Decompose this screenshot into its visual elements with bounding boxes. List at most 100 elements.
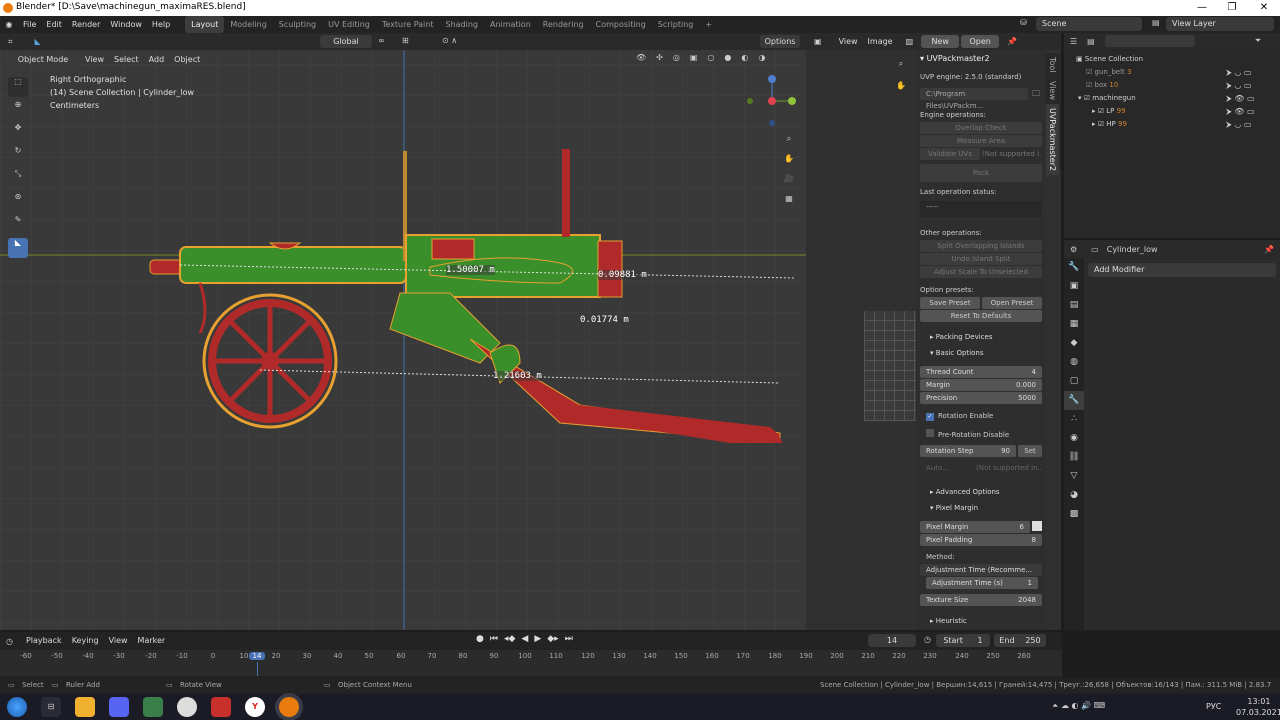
timeline-menu-view[interactable]: View [104,634,133,648]
save-preset-button[interactable]: Save Preset [920,297,980,309]
transform-orientation-select[interactable]: Global [320,35,372,48]
constraints-tab-icon[interactable]: ⛓ [1064,448,1084,467]
cursor-tool-icon[interactable]: ⊕ [8,100,28,120]
uv-zoom-icon[interactable]: ⌕ [894,53,908,75]
method-dropdown[interactable]: Adjustment Time (Recomme... [920,564,1042,576]
image-browse-icon[interactable]: ▨ [906,37,914,46]
viewport-menu-object[interactable]: Object [169,53,205,66]
scene-tab-icon[interactable]: ◆ [1064,334,1084,353]
blender-taskbar-icon[interactable] [279,697,299,717]
blender-menu-icon[interactable]: ◉ [0,20,18,29]
tab-compositing[interactable]: Compositing [590,16,652,33]
pixel-margin-toggle-icon[interactable] [1032,521,1042,531]
snap-icon[interactable]: ⊞ [402,36,409,45]
uvp-path-field[interactable]: C:\Program Files\UVPackm... [920,88,1028,110]
tab-texture-paint[interactable]: Texture Paint [376,16,440,33]
play-reverse-icon[interactable]: ◀ [521,634,528,644]
validate-uvs-button[interactable]: Validate UVs [920,148,980,160]
clock[interactable]: 13:01 07.03.2021 [1236,696,1280,718]
wireframe-shading-icon[interactable]: ○ [707,53,714,62]
image-editor-type-icon[interactable]: ▣ [814,37,822,46]
modifier-tab-icon[interactable]: 🔧 [1064,391,1084,410]
restrict-icons[interactable]: ⮞ 👁 ▭ [1226,92,1255,105]
properties-type-icon[interactable]: ⚙ [1070,245,1077,254]
render-tab-icon[interactable]: ▣ [1064,277,1084,296]
material-tab-icon[interactable]: ◕ [1064,486,1084,505]
timeline-type-icon[interactable]: ◷ [6,637,13,646]
heuristic-section[interactable]: ▸ Heuristic [920,615,1042,627]
advanced-options-section[interactable]: ▸ Advanced Options [920,486,1042,498]
tab-uvpackmaster2[interactable]: UVPackmaster2 [1046,103,1059,175]
playhead-frame-indicator[interactable]: 14 [249,652,265,660]
pixel-margin-section[interactable]: ▾ Pixel Margin [920,502,1042,514]
tab-sculpting[interactable]: Sculpting [273,16,322,33]
restrict-icons[interactable]: ⮞ ◡ ▭ [1226,118,1255,131]
rotate-tool-icon[interactable]: ↻ [8,146,28,166]
measure-tool-button-icon[interactable]: ◣ [8,238,28,258]
overlay-icon[interactable]: ◎ [673,53,680,62]
thread-count-field[interactable]: Thread Count 4 [920,366,1042,378]
substance-icon[interactable] [211,697,231,717]
menu-file[interactable]: File [18,16,41,33]
new-image-button[interactable]: New [921,35,960,48]
rotation-set-dropdown[interactable]: Set [1018,445,1042,457]
tab-modeling[interactable]: Modeling [224,16,272,33]
tab-view[interactable]: View [1046,77,1059,104]
visibility-icon[interactable]: 👁 [636,53,646,62]
image-menu-image[interactable]: Image [863,33,898,50]
particles-tab-icon[interactable]: ∴ [1064,410,1084,429]
menu-edit[interactable]: Edit [41,16,67,33]
proportional-edit-icon[interactable]: ⊙ ∧ [442,36,457,45]
rotation-step-field[interactable]: Rotation Step 90 [920,445,1016,457]
discord-icon[interactable] [109,697,129,717]
texture-tab-icon[interactable]: ▩ [1064,505,1084,524]
uvp-header[interactable]: ▾ UVPackmaster2 [920,53,1042,65]
language-indicator[interactable]: РУС [1206,702,1221,711]
view-layer-tab-icon[interactable]: ▦ [1064,315,1084,334]
packing-devices-section[interactable]: ▸ Packing Devices [920,331,1042,343]
editor-type-icon[interactable]: ⌗ [8,37,13,47]
play-icon[interactable]: ▶ [534,634,541,644]
menu-render[interactable]: Render [67,16,105,33]
split-overlapping-button[interactable]: Split Overlapping Islands [920,240,1042,252]
select-box-tool-icon[interactable]: ⬚ [8,77,28,97]
maximize-button[interactable]: ❐ [1218,0,1246,16]
next-key-icon[interactable]: ◆▸ [547,634,558,644]
outliner[interactable]: ☰ ▤ ⏷ ▣ Scene Collection ☑ gun_belt 3 ☑ … [1064,33,1280,238]
machinegun-model[interactable] [140,143,800,443]
pin-icon[interactable]: 📌 [1264,245,1274,254]
3d-viewport[interactable]: ⌗ ◣ Global ∞ ⊞ ⊙ ∧ Options Object Mode V… [0,33,806,630]
start-frame-field[interactable]: Start 1 [936,634,990,647]
minimize-button[interactable]: — [1188,0,1216,16]
outliner-search-input[interactable] [1104,35,1195,47]
output-tab-icon[interactable]: ▤ [1064,296,1084,315]
app-icon[interactable] [177,697,197,717]
scene-collection-row[interactable]: ▣ Scene Collection [1076,53,1276,66]
overlap-check-button[interactable]: Overlap Check [920,122,1042,134]
task-view-icon[interactable]: ⊟ [41,697,61,717]
pixel-margin-field[interactable]: Pixel Margin 6 [920,521,1030,533]
viewport-menu-select[interactable]: Select [109,53,144,66]
tool-tab-icon[interactable]: 🔧 [1064,258,1084,277]
margin-field[interactable]: Margin 0.000 [920,379,1042,391]
tab-scripting[interactable]: Scripting [652,16,700,33]
precision-field[interactable]: Precision 5000 [920,392,1042,404]
prerotation-checkbox[interactable]: Pre-Rotation Disable [920,429,1042,441]
jump-start-icon[interactable]: ⏮ [490,634,498,644]
tab-animation[interactable]: Animation [484,16,537,33]
pack-button[interactable]: Pack [920,164,1042,182]
tray-icons[interactable]: ⏶ ☁ ◐ 🔊 ⌨ [1052,701,1105,711]
annotate-tool-icon[interactable]: ✎ [8,215,28,235]
tab-rendering[interactable]: Rendering [537,16,590,33]
image-menu-view[interactable]: View [834,33,863,50]
pixel-padding-field[interactable]: Pixel Padding 8 [920,534,1042,546]
scale-tool-icon[interactable]: ⤡ [8,169,28,189]
timeline-menu-marker[interactable]: Marker [133,634,171,648]
end-frame-field[interactable]: End 250 [994,634,1046,647]
texture-size-field[interactable]: Texture Size 2048 [920,594,1042,606]
material-shading-icon[interactable]: ◐ [741,53,748,62]
scene-selector[interactable]: Scene [1036,17,1142,31]
app-icon[interactable] [143,697,163,717]
xray-icon[interactable]: ▣ [690,53,698,62]
tab-layout[interactable]: Layout [185,16,225,33]
